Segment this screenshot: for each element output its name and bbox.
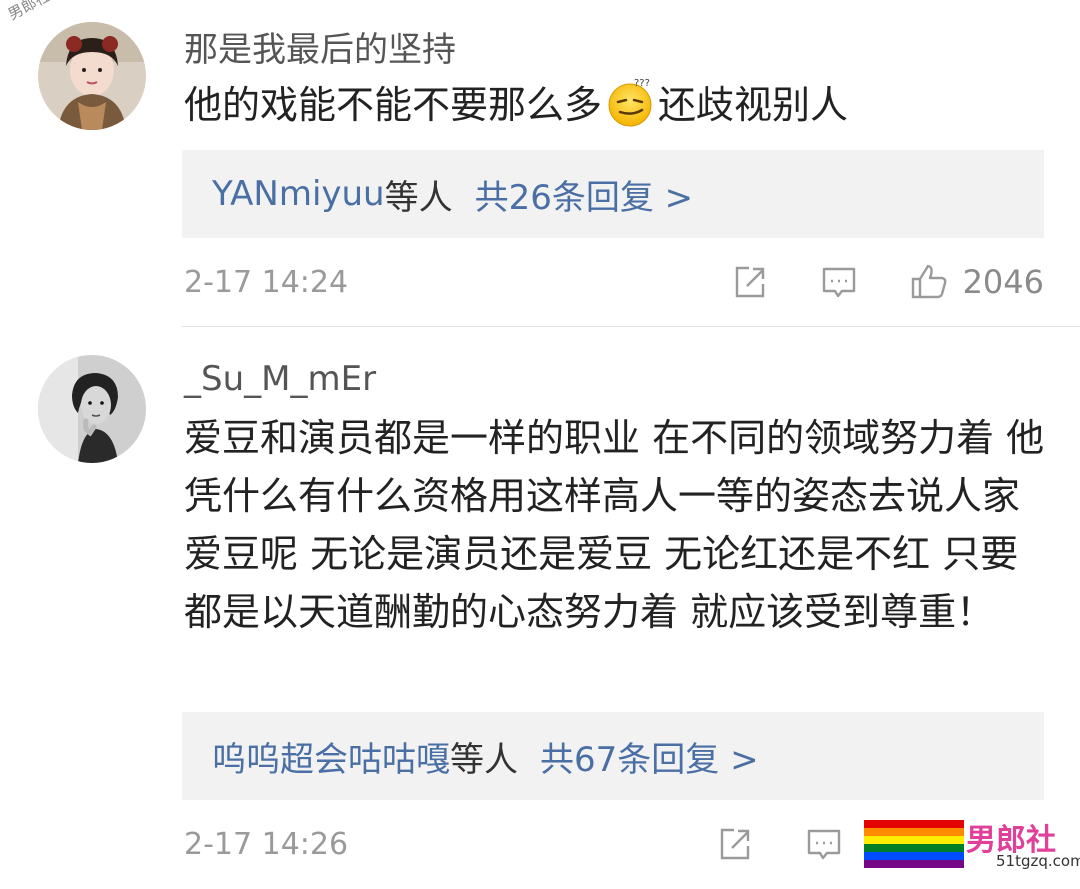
comment-text: 他的戏能不能不要那么多 ??? 还歧视别人: [184, 76, 1054, 134]
avatar[interactable]: [38, 355, 146, 463]
comment-timestamp: 2-17 14:26: [184, 826, 349, 862]
comment-meta: 2-17 14:24 2046: [184, 258, 1044, 306]
comment-username[interactable]: _Su_M_mEr: [184, 359, 376, 399]
comment-icon[interactable]: [804, 824, 844, 864]
reply-users-suffix: 等人: [384, 177, 453, 218]
avatar-image: [38, 355, 146, 463]
comment-text: 爱豆和演员都是一样的职业 在不同的领域努力着 他凭什么有什么资格用这样高人一等的…: [184, 416, 1045, 634]
reply-users: 呜呜超会咕咕嘎: [212, 739, 450, 780]
dizzy-smirk-emoji-icon: ???: [604, 76, 656, 128]
comment-item: 那是我最后的坚持 他的戏能不能不要那么多 ??? 还歧视别人 YANmiyuu: [0, 0, 1080, 327]
like-count: 2046: [962, 263, 1044, 301]
comment-username[interactable]: 那是我最后的坚持: [184, 22, 456, 71]
avatar-image: [38, 22, 146, 130]
reply-users: YANmiyuu: [212, 174, 385, 214]
reply-users-suffix: 等人: [450, 739, 518, 780]
comment-actions: [664, 824, 844, 864]
share-icon[interactable]: [729, 262, 769, 302]
reply-count: 共26条回复 >: [474, 177, 694, 218]
comment-item: _Su_M_mEr 爱豆和演员都是一样的职业 在不同的领域努力着 他凭什么有什么…: [0, 327, 1080, 889]
svg-text:???: ???: [634, 78, 650, 89]
reply-count: 共67条回复 >: [540, 739, 759, 780]
comment-page: 男郎社 那是我最后的坚持 他的戏能不能不要那么多 ??? 还歧视别人 YANmi…: [0, 0, 1080, 889]
rainbow-flag-icon: [864, 820, 964, 868]
reply-summary-button[interactable]: 呜呜超会咕咕嘎 等人 共67条回复 >: [182, 712, 1044, 800]
like-icon[interactable]: [909, 262, 949, 302]
brand-url: 51tgzq.com: [996, 852, 1080, 870]
comment-icon[interactable]: [819, 262, 859, 302]
comment-timestamp: 2-17 14:24: [184, 264, 349, 300]
reply-summary-button[interactable]: YANmiyuu 等人 共26条回复 >: [182, 150, 1044, 238]
avatar[interactable]: [38, 22, 146, 130]
comment-text-part: 他的戏能不能不要那么多: [184, 83, 603, 127]
comment-text-part: 还歧视别人: [658, 83, 849, 127]
comment-actions: 2046: [679, 262, 1044, 302]
share-icon[interactable]: [714, 824, 754, 864]
